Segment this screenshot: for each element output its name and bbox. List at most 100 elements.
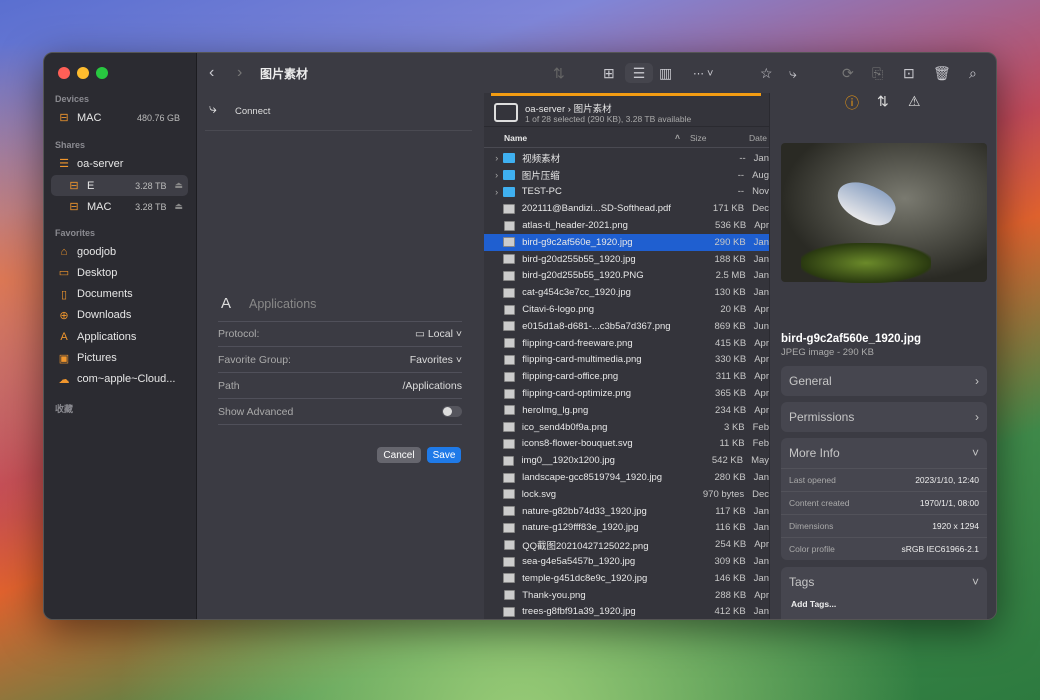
connect-icon[interactable]: ⤷: [789, 63, 797, 83]
sidebar-item-com-apple-cloud-[interactable]: ☁ com~apple~Cloud...: [51, 369, 188, 390]
sidebar-item-mac-share[interactable]: ⊟ MAC 3.28 TB ⏏: [51, 196, 188, 217]
file-row[interactable]: temple-g451dc8e9c_1920.jpg 146 KB Jan: [484, 570, 769, 587]
file-row[interactable]: atlas-ti_header-2021.png 536 KB Apr: [484, 217, 769, 234]
file-row[interactable]: img0__1920x1200.jpg 542 KB May: [484, 452, 769, 469]
file-date: Jan: [753, 236, 769, 248]
file-row[interactable]: bird-g20d255b55_1920.jpg 188 KB Jan: [484, 251, 769, 268]
sidebar-item-pictures[interactable]: ▣ Pictures: [51, 348, 188, 369]
file-row[interactable]: flipping-card-freeware.png 415 KB Apr: [484, 335, 769, 352]
info-row: Dimensions 1920 x 1294: [781, 514, 987, 537]
file-row[interactable]: Thank-you.png 288 KB Apr: [484, 587, 769, 604]
folder-row[interactable]: › 图片压缩 -- Aug: [484, 167, 769, 184]
add-tags-button[interactable]: Add Tags...: [781, 597, 987, 611]
file-row[interactable]: nature-g129fff83e_1920.jpg 116 KB Jan: [484, 520, 769, 537]
file-row[interactable]: lock.svg 970 bytes Dec: [484, 486, 769, 503]
path-field[interactable]: /Applications: [402, 380, 462, 392]
refresh-icon[interactable]: ⟳: [842, 63, 854, 83]
list-view-button[interactable]: ☰: [625, 63, 653, 83]
sidebar-item-downloads[interactable]: ⊕ Downloads: [51, 305, 188, 326]
file-row[interactable]: 202111@Bandizi...SD-Softhead.pdf 171 KB De…: [484, 200, 769, 217]
file-date: Jun: [753, 320, 769, 332]
label: oa-server: [77, 157, 124, 170]
file-row[interactable]: heroImg_lg.png 234 KB Apr: [484, 402, 769, 419]
trash-icon[interactable]: 🗑: [933, 63, 951, 83]
file-row[interactable]: flipping-card-office.png 311 KB Apr: [484, 368, 769, 385]
file-row[interactable]: icons8-flower-bouquet.svg 11 KB Feb: [484, 436, 769, 453]
file-row[interactable]: bird-g20d255b55_1920.PNG 2.5 MB Jan: [484, 268, 769, 285]
file-row[interactable]: flipping-card-optimize.png 365 KB Apr: [484, 385, 769, 402]
file-name: nature-g129fff83e_1920.jpg: [522, 522, 639, 534]
sidebar-item-documents[interactable]: ▯ Documents: [51, 284, 188, 305]
eject-icon[interactable]: ⏏: [174, 180, 183, 191]
file-name: heroImg_lg.png: [522, 404, 589, 416]
cancel-button[interactable]: Cancel: [377, 447, 421, 463]
file-row[interactable]: bird-g9c2af560e_1920.jpg 290 KB Jan: [484, 234, 769, 251]
copy-icon[interactable]: ⎘: [872, 63, 883, 83]
sync-icon[interactable]: ⇅: [553, 63, 565, 83]
group-by-button[interactable]: ⋯ ˅: [693, 63, 713, 83]
file-row[interactable]: trees-g8fbf91a39_1920.jpg 412 KB Jan: [484, 604, 769, 619]
column-date[interactable]: Date: [749, 133, 767, 143]
advanced-toggle[interactable]: [442, 406, 462, 417]
close-button[interactable]: [58, 67, 70, 79]
permissions-section[interactable]: Permissions ›: [781, 402, 987, 432]
file-row[interactable]: nature-g82bb74d33_1920.jpg 117 KB Jan: [484, 503, 769, 520]
file-name: flipping-card-office.png: [522, 371, 619, 383]
folder-row[interactable]: › 视频素材 -- Jan: [484, 150, 769, 167]
file-size: 869 KB: [714, 320, 746, 332]
sidebar-item-oa-server[interactable]: ☰ oa-server: [51, 153, 188, 174]
disclosure-chevron-icon[interactable]: ›: [490, 153, 503, 163]
group-select[interactable]: Favorites ˅: [410, 354, 462, 366]
column-name[interactable]: Name: [504, 133, 527, 143]
disclosure-chevron-icon[interactable]: ›: [490, 170, 503, 180]
warning-tab-icon[interactable]: ⚠: [908, 93, 921, 110]
file-date: Dec: [752, 203, 769, 215]
file-row[interactable]: ico_send4b0f9a.png 3 KB Feb: [484, 419, 769, 436]
protocol-select[interactable]: ▭ Local ˅: [415, 328, 462, 340]
file-icon: [503, 573, 516, 584]
column-header: Name ˄ Size Date: [484, 126, 769, 148]
column-size[interactable]: Size: [690, 133, 707, 143]
file-date: Aug: [752, 169, 769, 181]
file-size: 188 KB: [714, 253, 746, 265]
file-row[interactable]: cat-g454c3e7cc_1920.jpg 130 KB Jan: [484, 284, 769, 301]
connect-button[interactable]: Connect: [235, 106, 270, 117]
label: Downloads: [77, 309, 132, 322]
sidebar-item-applications[interactable]: A Applications: [51, 326, 188, 347]
icon-view-button[interactable]: ⊞: [603, 63, 615, 83]
general-section[interactable]: General ›: [781, 366, 987, 396]
minimize-button[interactable]: [77, 67, 89, 79]
info-tab-icon[interactable]: ⓘ: [845, 93, 859, 113]
eject-icon[interactable]: ⏏: [174, 201, 183, 212]
file-row[interactable]: Citavi-6-logo.png 20 KB Apr: [484, 301, 769, 318]
star-icon[interactable]: ☆: [760, 63, 773, 83]
file-row[interactable]: flipping-card-multimedia.png 330 KB Apr: [484, 352, 769, 369]
folder-icon: [503, 170, 515, 181]
file-icon: [503, 472, 516, 483]
file-name: 视频素材: [522, 154, 561, 166]
transfer-tab-icon[interactable]: ⇅: [877, 93, 889, 110]
sidebar-item-e[interactable]: ⊟ E 3.28 TB ⏏: [51, 175, 188, 196]
more-info-header[interactable]: More Info ˅: [781, 438, 987, 468]
disclosure-chevron-icon[interactable]: ›: [490, 187, 503, 197]
file-icon: [503, 422, 515, 433]
tags-header[interactable]: Tags ˅: [781, 567, 987, 597]
column-view-button[interactable]: ▥: [659, 63, 672, 83]
save-button[interactable]: Save: [427, 447, 461, 463]
search-icon[interactable]: ⌕: [969, 63, 977, 83]
label: Applications: [77, 330, 137, 343]
sidebar-item-mac[interactable]: ⊟ MAC 480.76 GB: [51, 107, 188, 128]
new-folder-icon[interactable]: ⊡: [903, 63, 915, 83]
file-row[interactable]: e015d1a8-d681-...c3b5a7d367.png 869 KB Jun: [484, 318, 769, 335]
drive-icon: ⊟: [59, 112, 69, 124]
server-icon: ☰: [59, 158, 69, 170]
file-row[interactable]: landscape-gcc8519794_1920.jpg 280 KB Jan: [484, 469, 769, 486]
file-name: 202111@Bandizi...SD-Softhead.pdf: [521, 203, 671, 215]
file-row[interactable]: sea-g4e5a5457b_1920.jpg 309 KB Jan: [484, 553, 769, 570]
sidebar-item-desktop[interactable]: ▭ Desktop: [51, 262, 188, 283]
sidebar-item-goodjob[interactable]: ⌂ goodjob: [51, 241, 188, 262]
file-row[interactable]: QQ截图20210427125022.png 254 KB Apr: [484, 536, 769, 553]
folder-row[interactable]: › TEST-PC -- Nov: [484, 184, 769, 201]
zoom-button[interactable]: [96, 67, 108, 79]
file-date: Apr: [754, 337, 769, 349]
